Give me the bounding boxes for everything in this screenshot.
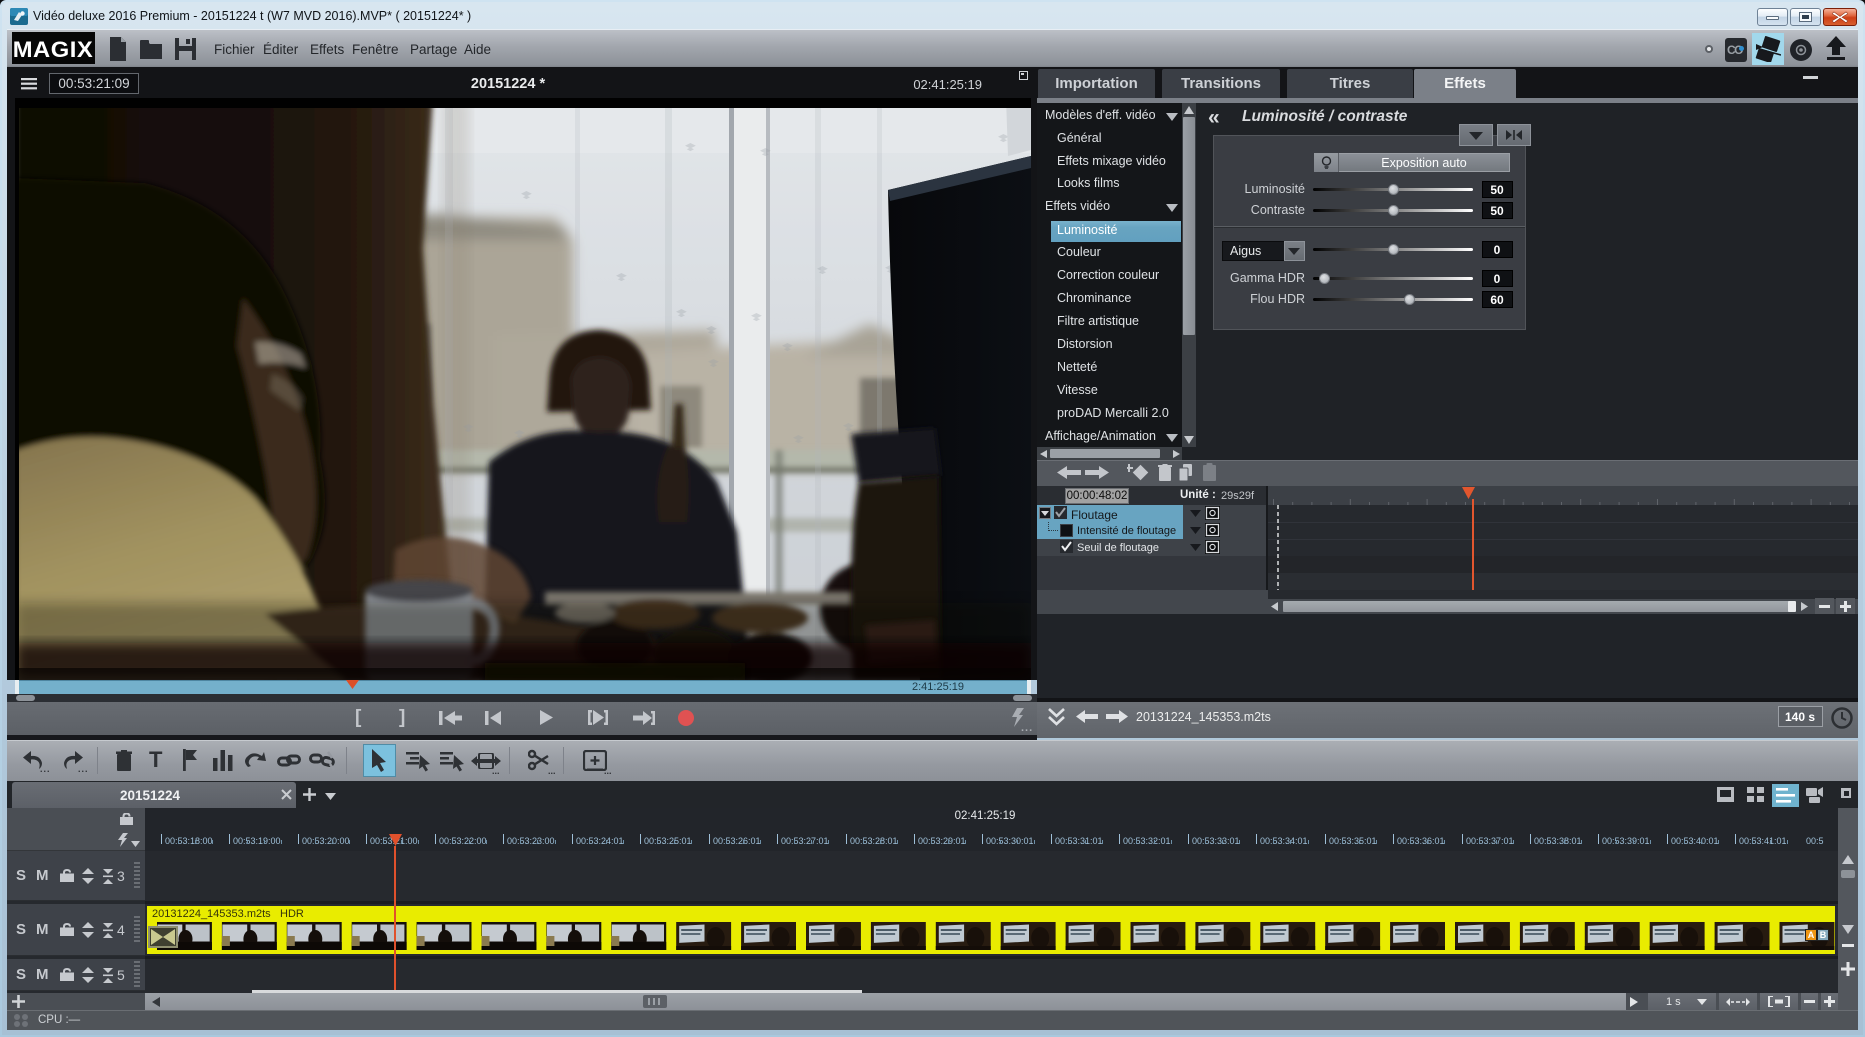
- svg-text:00:53:26:01: 00:53:26:01: [713, 836, 761, 846]
- svg-text:00:53:19:00: 00:53:19:00: [233, 836, 281, 846]
- svg-text:00:53:30:01: 00:53:30:01: [986, 836, 1034, 846]
- svg-text:00:53:34:01: 00:53:34:01: [1260, 836, 1308, 846]
- svg-text:00:53:39:01: 00:53:39:01: [1602, 836, 1650, 846]
- svg-text:00:53:35:01: 00:53:35:01: [1329, 836, 1377, 846]
- svg-text:00:53:23:00: 00:53:23:00: [507, 836, 555, 846]
- svg-text:00:53:31:01: 00:53:31:01: [1055, 836, 1103, 846]
- svg-text:00:53:36:01: 00:53:36:01: [1397, 836, 1445, 846]
- svg-text:00:53:28:01: 00:53:28:01: [850, 836, 898, 846]
- svg-text:00:53:25:01: 00:53:25:01: [644, 836, 692, 846]
- svg-text:00:53:38:01: 00:53:38:01: [1534, 836, 1582, 846]
- svg-text:00:53:20:00: 00:53:20:00: [302, 836, 350, 846]
- svg-text:00:53:32:01: 00:53:32:01: [1123, 836, 1171, 846]
- svg-text:00:53:37:01: 00:53:37:01: [1466, 836, 1514, 846]
- svg-text:00:53:33:01: 00:53:33:01: [1192, 836, 1240, 846]
- svg-text:00:5: 00:5: [1806, 836, 1824, 846]
- svg-text:00:53:40:01: 00:53:40:01: [1671, 836, 1719, 846]
- svg-text:00:53:27:01: 00:53:27:01: [781, 836, 829, 846]
- svg-text:00:53:22:00: 00:53:22:00: [439, 836, 487, 846]
- svg-text:00:53:29:01: 00:53:29:01: [918, 836, 966, 846]
- svg-text:00:53:18:00: 00:53:18:00: [165, 836, 213, 846]
- svg-text:00:53:41:01: 00:53:41:01: [1739, 836, 1787, 846]
- svg-text:00:53:24:01: 00:53:24:01: [576, 836, 624, 846]
